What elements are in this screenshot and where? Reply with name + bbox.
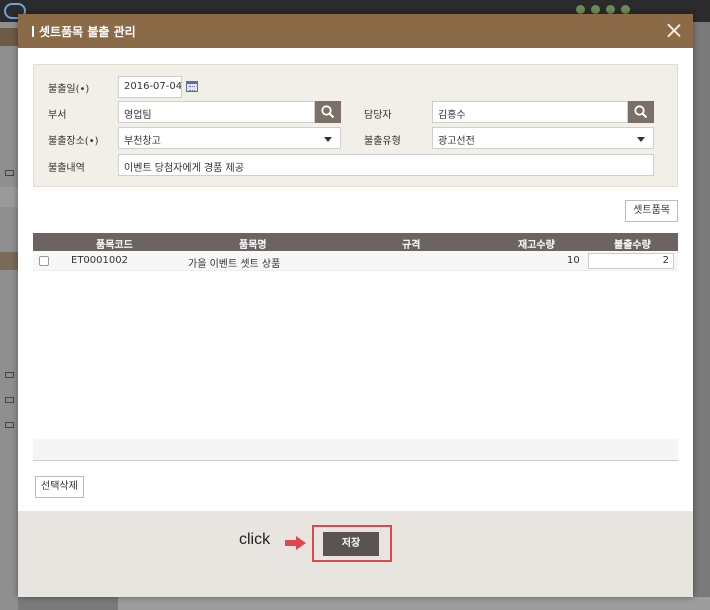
search-icon xyxy=(321,105,335,119)
column-header-qty: 불출수량 xyxy=(614,240,651,251)
background-sidebar xyxy=(0,22,18,610)
dept-field[interactable]: 영업팀 xyxy=(118,101,315,123)
table-row[interactable]: ET0001002 가을 이벤트 셋트 상품 10 2 xyxy=(33,251,678,271)
folder-icon xyxy=(5,397,14,403)
folder-icon xyxy=(5,422,14,428)
grid-header: 품목코드 품목명 규격 재고수량 불출수량 xyxy=(33,233,678,251)
set-item-release-dialog: 셋트품목 불출 관리 불출일(•) 2016-07-04 부서 영업팀 담당자 … xyxy=(18,14,693,597)
folder-icon xyxy=(5,372,14,378)
manager-field[interactable]: 김홍수 xyxy=(432,101,628,123)
grid-footer xyxy=(33,439,678,461)
row-qty-input[interactable]: 2 xyxy=(588,253,674,269)
column-header-code: 품목코드 xyxy=(96,240,133,251)
dialog-title: 셋트품목 불출 관리 xyxy=(32,23,136,40)
arrow-right-icon xyxy=(285,536,306,550)
location-value: 부천창고 xyxy=(124,136,161,147)
background-sidebar-band xyxy=(0,252,18,270)
release-form: 불출일(•) 2016-07-04 부서 영업팀 담당자 김홍수 불출장소(•)… xyxy=(33,64,678,187)
date-field[interactable]: 2016-07-04 xyxy=(118,76,182,98)
dialog-header: 셋트품목 불출 관리 xyxy=(18,14,693,48)
close-icon[interactable] xyxy=(666,22,682,38)
chevron-down-icon xyxy=(637,137,645,142)
background-bottom-bar xyxy=(118,597,710,610)
column-header-spec: 규격 xyxy=(402,240,421,251)
background-sidebar-selected xyxy=(0,187,18,207)
type-label: 불출유형 xyxy=(364,136,401,147)
type-select[interactable]: 광고선전 xyxy=(432,127,654,149)
chevron-down-icon xyxy=(324,137,332,142)
click-hint-label: click xyxy=(239,531,271,548)
column-header-stock: 재고수량 xyxy=(518,240,555,251)
dialog-footer: click 저장 xyxy=(18,511,693,597)
save-highlight-box: 저장 xyxy=(312,525,392,562)
row-checkbox[interactable] xyxy=(39,256,49,266)
dept-label: 부서 xyxy=(48,110,67,121)
manager-search-button[interactable] xyxy=(628,101,654,123)
row-name: 가을 이벤트 셋트 상품 xyxy=(188,259,281,270)
desc-field[interactable]: 이벤트 당첨자에게 경품 제공 xyxy=(118,154,654,176)
background-sidebar-band xyxy=(0,28,18,46)
search-icon xyxy=(634,105,648,119)
folder-icon xyxy=(5,170,14,176)
location-label: 불출장소(•) xyxy=(48,136,99,147)
row-stock: 10 xyxy=(567,255,580,266)
date-label: 불출일(•) xyxy=(48,84,90,95)
manager-label: 담당자 xyxy=(364,110,392,121)
column-header-name: 품목명 xyxy=(239,240,267,251)
row-code: ET0001002 xyxy=(71,255,128,266)
item-grid: 품목코드 품목명 규격 재고수량 불출수량 ET0001002 가을 이벤트 셋… xyxy=(33,233,678,463)
background-top-icons xyxy=(576,5,630,14)
desc-label: 불출내역 xyxy=(48,163,85,174)
location-select[interactable]: 부천창고 xyxy=(118,127,341,149)
calendar-icon[interactable] xyxy=(186,81,198,92)
delete-selected-button[interactable]: 선택삭제 xyxy=(35,476,84,498)
set-item-button[interactable]: 셋트품목 xyxy=(625,200,678,222)
save-button[interactable]: 저장 xyxy=(323,532,379,556)
dept-search-button[interactable] xyxy=(315,101,341,123)
type-value: 광고선전 xyxy=(438,136,475,147)
